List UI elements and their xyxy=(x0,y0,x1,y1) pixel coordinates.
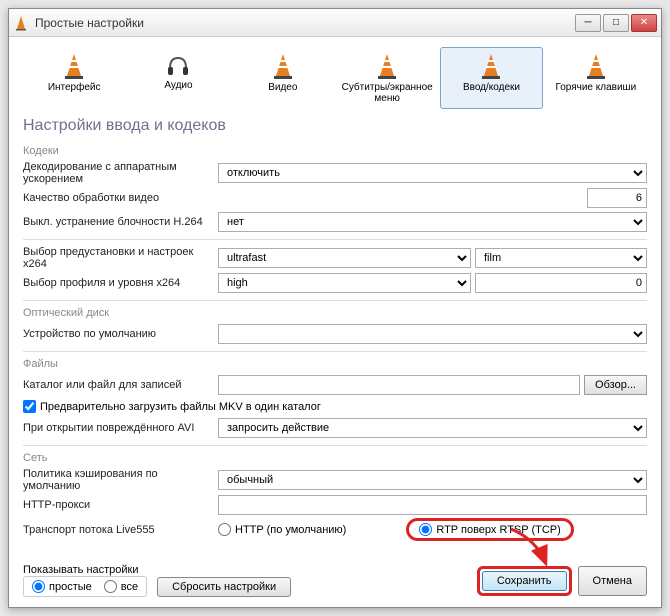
app-icon xyxy=(13,15,29,31)
x264-preset-select[interactable]: ultrafast xyxy=(218,248,471,268)
tab-audio[interactable]: Аудио xyxy=(127,47,229,109)
browse-button[interactable]: Обзор... xyxy=(584,375,647,395)
x264-tune-select[interactable]: film xyxy=(475,248,647,268)
optical-device-label: Устройство по умолчанию xyxy=(23,328,218,340)
page-title: Настройки ввода и кодеков xyxy=(23,117,647,135)
reset-button[interactable]: Сбросить настройки xyxy=(157,577,291,597)
cache-policy-label: Политика кэширования по умолчанию xyxy=(23,468,218,492)
radio-all[interactable]: все xyxy=(104,580,138,593)
x264-level-input[interactable] xyxy=(475,273,647,293)
avi-damaged-select[interactable]: запросить действие xyxy=(218,418,647,438)
cone-icon xyxy=(479,52,503,80)
annotation-highlight: RTP поверх RTSP (TCP) xyxy=(406,518,573,541)
http-proxy-label: HTTP-прокси xyxy=(23,499,218,511)
tab-interface[interactable]: Интерфейс xyxy=(23,47,125,109)
show-settings-radios: простые все xyxy=(23,576,147,597)
live555-transport-label: Транспорт потока Live555 xyxy=(23,524,218,536)
transport-rtp-radio[interactable]: RTP поверх RTSP (TCP) xyxy=(419,523,560,536)
tab-label: Аудио xyxy=(164,80,192,91)
titlebar: Простые настройки ─ □ ✕ xyxy=(9,9,661,37)
maximize-button[interactable]: □ xyxy=(603,14,629,32)
deblock-label: Выкл. устранение блочности H.264 xyxy=(23,216,218,228)
minimize-button[interactable]: ─ xyxy=(575,14,601,32)
avi-damaged-label: При открытии повреждённого AVI xyxy=(23,422,218,434)
cone-icon xyxy=(584,52,608,80)
settings-window: Простые настройки ─ □ ✕ Интерфейс Аудио … xyxy=(8,8,662,608)
close-button[interactable]: ✕ xyxy=(631,14,657,32)
group-network: Сеть xyxy=(23,452,647,464)
cone-icon xyxy=(62,52,86,80)
annotation-highlight-save: Сохранить xyxy=(477,566,572,596)
transport-rtp-label: RTP поверх RTSP (TCP) xyxy=(436,524,560,536)
cone-icon xyxy=(271,52,295,80)
content-area: Интерфейс Аудио Видео Субтитры/экранное … xyxy=(9,37,661,553)
window-controls: ─ □ ✕ xyxy=(575,14,657,32)
quality-input[interactable] xyxy=(587,188,647,208)
mkv-preload-checkbox[interactable] xyxy=(23,400,36,413)
show-settings-label: Показывать настройки xyxy=(23,564,147,576)
window-title: Простые настройки xyxy=(35,16,575,30)
http-proxy-input[interactable] xyxy=(218,495,647,515)
hw-decode-label: Декодирование с аппаратным ускорением xyxy=(23,161,218,185)
transport-http-radio[interactable]: HTTP (по умолчанию) xyxy=(218,518,346,541)
tab-subtitles[interactable]: Субтитры/экранное меню xyxy=(336,47,438,109)
record-path-input[interactable] xyxy=(218,375,580,395)
tab-input-codecs[interactable]: Ввод/кодеки xyxy=(440,47,542,109)
category-tabs: Интерфейс Аудио Видео Субтитры/экранное … xyxy=(23,47,647,109)
cache-policy-select[interactable]: обычный xyxy=(218,470,647,490)
tab-video[interactable]: Видео xyxy=(232,47,334,109)
quality-label: Качество обработки видео xyxy=(23,192,218,204)
tab-label: Субтитры/экранное меню xyxy=(339,82,435,104)
transport-http-label: HTTP (по умолчанию) xyxy=(235,524,346,536)
hw-decode-select[interactable]: отключить xyxy=(218,163,647,183)
x264-profile-select[interactable]: high xyxy=(218,273,471,293)
x264-preset-label: Выбор предустановки и настроек x264 xyxy=(23,246,218,270)
deblock-select[interactable]: нет xyxy=(218,212,647,232)
tab-label: Интерфейс xyxy=(48,82,101,93)
headphones-icon xyxy=(166,52,190,80)
optical-device-select[interactable] xyxy=(218,324,647,344)
cone-icon xyxy=(375,52,399,80)
group-files: Файлы xyxy=(23,358,647,370)
tab-label: Ввод/кодеки xyxy=(463,82,520,93)
save-button[interactable]: Сохранить xyxy=(482,571,567,591)
tab-hotkeys[interactable]: Горячие клавиши xyxy=(545,47,647,109)
cancel-button[interactable]: Отмена xyxy=(578,566,647,596)
group-optical: Оптический диск xyxy=(23,307,647,319)
record-path-label: Каталог или файл для записей xyxy=(23,379,218,391)
footer: Показывать настройки простые все Сбросит… xyxy=(9,553,661,607)
tab-label: Горячие клавиши xyxy=(555,82,636,93)
radio-simple[interactable]: простые xyxy=(32,580,92,593)
x264-profile-label: Выбор профиля и уровня x264 xyxy=(23,277,218,289)
tab-label: Видео xyxy=(268,82,297,93)
group-codecs: Кодеки xyxy=(23,145,647,157)
mkv-preload-label: Предварительно загрузить файлы MKV в оди… xyxy=(40,401,321,413)
